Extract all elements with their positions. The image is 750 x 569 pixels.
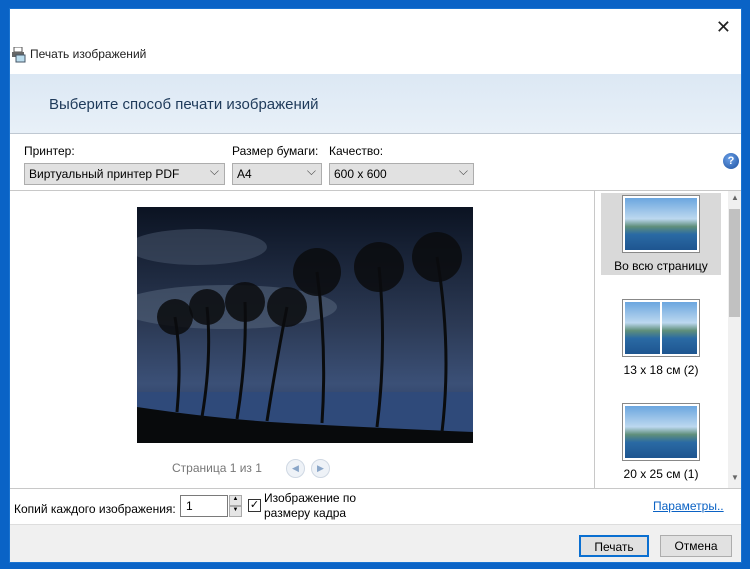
layout-label: 20 x 25 см (1) [623,467,699,481]
layout-option-full-page[interactable]: Во всю страницу [601,193,721,275]
layout-label: 13 x 18 см (2) [623,363,699,377]
window-title: Печать изображений [30,47,147,61]
image-preview [137,207,473,443]
page-indicator: Страница 1 из 1 [172,461,262,475]
scrollbar-thumb[interactable] [729,209,740,317]
close-icon[interactable]: ✕ [716,17,731,38]
help-icon[interactable]: ? [723,153,739,169]
header-title: Выберите способ печати изображений [49,96,319,113]
layout-list: Во всю страницу 13 x 18 см (2) 20 x 25 с… [594,191,728,488]
cancel-button[interactable]: Отмена [660,535,732,557]
print-button[interactable]: Печать [579,535,649,557]
scroll-up-icon[interactable]: ▲ [731,193,739,202]
printer-select[interactable]: Виртуальный принтер PDF [24,163,225,185]
previous-page-button[interactable]: ◀ [286,459,305,478]
printer-icon [12,47,26,63]
options-bar: Копий каждого изображения: 1 ▲ ▼ ✓ Изобр… [10,488,741,524]
fit-to-frame-checkbox[interactable]: ✓ [248,499,261,512]
fit-label-line1: Изображение по [264,491,357,505]
copies-decrement[interactable]: ▼ [229,506,242,517]
copies-label: Копий каждого изображения: [14,502,176,516]
dialog-footer: Печать Отмена [10,524,741,562]
header-banner: Выберите способ печати изображений [10,74,741,134]
copies-increment[interactable]: ▲ [229,495,242,506]
next-page-button[interactable]: ▶ [311,459,330,478]
layout-scrollbar[interactable]: ▲ ▼ [728,191,741,488]
printer-label: Принтер: [24,144,75,158]
copies-input[interactable]: 1 [180,495,228,517]
scroll-down-icon[interactable]: ▼ [731,473,739,482]
print-dialog: ✕ Печать изображений Выберите способ печ… [9,8,742,563]
quality-label: Качество: [329,144,384,158]
fit-label-line2: размеру кадра [264,506,347,520]
paper-size-select[interactable]: A4 [232,163,322,185]
layout-thumbnail [622,195,700,253]
layout-thumbnail [622,299,700,357]
layout-option-13x18[interactable]: 13 x 18 см (2) [601,299,721,377]
layout-label: Во всю страницу [614,259,708,273]
layout-thumbnail [622,403,700,461]
paper-size-label: Размер бумаги: [232,144,319,158]
quality-select[interactable]: 600 x 600 [329,163,474,185]
options-link[interactable]: Параметры.. [653,499,724,513]
layout-option-20x25[interactable]: 20 x 25 см (1) [601,403,721,481]
fit-to-frame-label[interactable]: Изображение по размеру кадра [264,491,356,521]
